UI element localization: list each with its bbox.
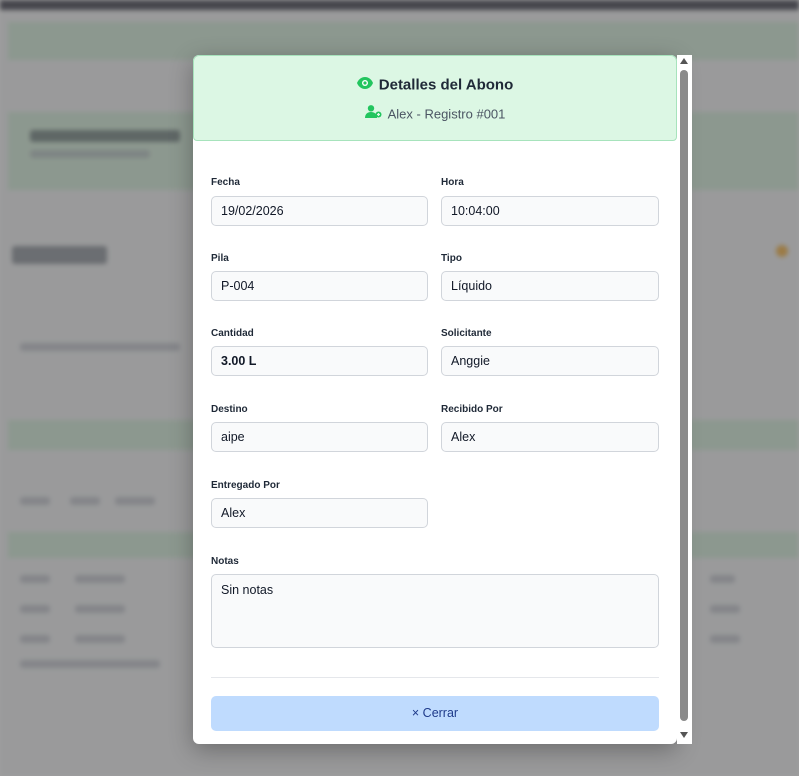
user-icon: [364, 105, 382, 123]
recibido-por-label: Recibido Por: [441, 404, 503, 415]
pila-label: Pila: [211, 253, 229, 264]
cantidad-field: 3.00 L: [211, 346, 428, 376]
destino-field: aipe: [211, 422, 428, 452]
entregado-por-field: Alex: [211, 498, 428, 528]
recibido-por-field: Alex: [441, 422, 659, 452]
scroll-down-arrow-icon[interactable]: [680, 732, 688, 738]
fecha-field: 19/02/2026: [211, 196, 428, 226]
modal-title: Detalles del Abono: [378, 76, 514, 94]
abono-details-modal: Detalles del Abono Alex - Registro #001 …: [193, 55, 677, 744]
pila-field: P-004: [211, 271, 428, 301]
hora-label: Hora: [441, 177, 464, 188]
tipo-label: Tipo: [441, 253, 462, 264]
entregado-por-label: Entregado Por: [211, 480, 280, 491]
solicitante-label: Solicitante: [441, 328, 492, 339]
close-button[interactable]: × Cerrar: [211, 696, 659, 731]
modal-subtitle: Alex - Registro #001: [387, 106, 506, 122]
scroll-up-arrow-icon[interactable]: [680, 58, 688, 64]
tipo-field: Líquido: [441, 271, 659, 301]
notas-field: Sin notas: [211, 574, 659, 648]
destino-label: Destino: [211, 404, 248, 415]
modal-footer-divider: [211, 677, 659, 678]
modal-subtitle-row: Alex - Registro #001: [194, 105, 676, 123]
modal-header: Detalles del Abono Alex - Registro #001: [193, 55, 677, 141]
notas-label: Notas: [211, 556, 239, 567]
scrollbar-thumb[interactable]: [680, 70, 688, 721]
eye-icon: [356, 76, 373, 94]
hora-field: 10:04:00: [441, 196, 659, 226]
solicitante-field: Anggie: [441, 346, 659, 376]
fecha-label: Fecha: [211, 177, 240, 188]
cantidad-label: Cantidad: [211, 328, 254, 339]
modal-title-row: Detalles del Abono: [194, 76, 676, 94]
